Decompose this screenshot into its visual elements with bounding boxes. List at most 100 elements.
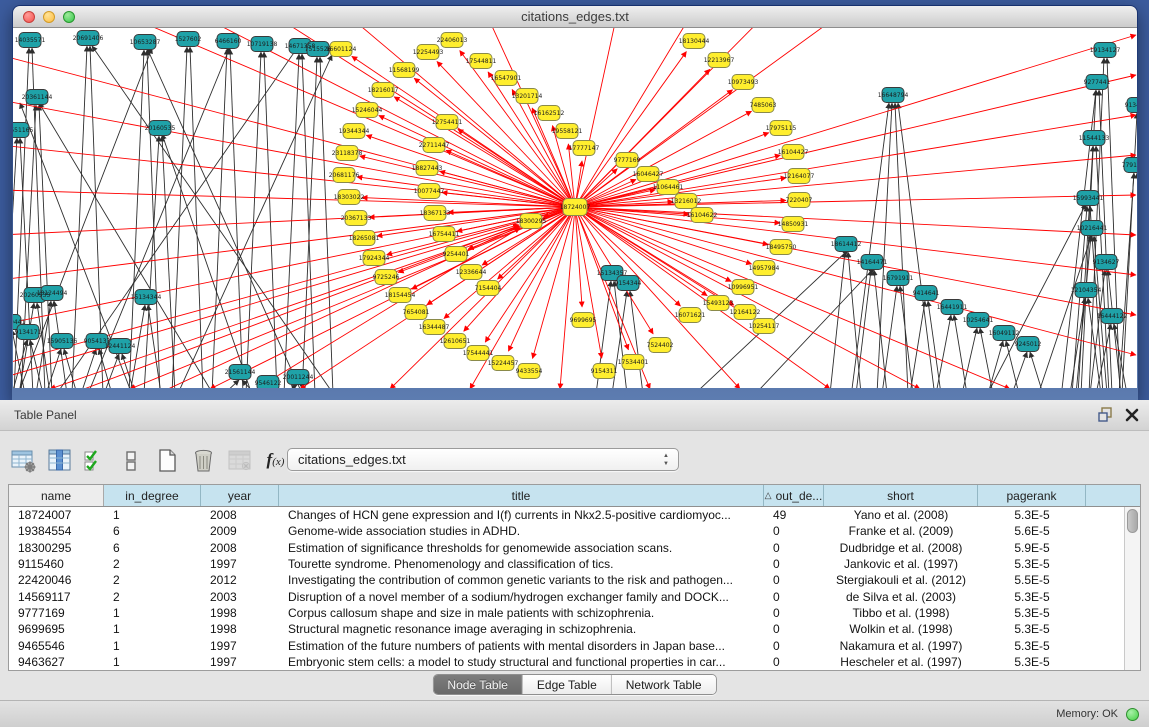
citation-edge-black[interactable] [72,46,87,388]
table-row[interactable]: 911546021997Tourette syndrome. Phenomeno… [9,556,1124,572]
citation-edge-black[interactable] [900,286,913,388]
citation-edge-black[interactable] [147,50,160,388]
close-panel-icon[interactable] [1125,408,1139,427]
citation-edge-black[interactable] [264,52,277,388]
citation-edge-black[interactable] [910,301,925,388]
delete-rows-trash-icon[interactable] [190,447,217,474]
scrollbar-thumb[interactable] [1127,509,1138,533]
table-settings-icon[interactable] [10,447,37,474]
node-label: 9277441 [1084,79,1111,86]
table-row[interactable]: 969969511998Structural magnetic resonanc… [9,621,1124,637]
node-label: 10216441 [1077,225,1108,232]
citation-edge-black[interactable] [90,47,230,388]
citation-edge-black[interactable] [104,354,119,388]
cell-out_degree: 0 [764,540,824,556]
citation-edge-black[interactable] [1030,352,1043,388]
citation-edge-red[interactable] [13,225,519,378]
cell-short: Dudbridge et al. (2008) [824,540,978,556]
table-selector-dropdown[interactable]: citations_edges.txt ▲▼ [287,448,679,471]
citation-edge-black[interactable] [1012,352,1027,388]
table-row[interactable]: 946554611997Estimation of the future num… [9,637,1124,653]
node-label: 9546122 [255,380,282,387]
zoom-window-button[interactable] [63,11,75,23]
citation-edge-black[interactable] [246,52,261,388]
network-window: citations_edges.txt 18724007183002951225… [12,5,1138,400]
citation-network-graph[interactable]: 1872400718300295122544931156819918216017… [13,28,1137,388]
citation-edge-red[interactable] [575,207,681,306]
column-header-year[interactable]: year [201,485,279,506]
table-row[interactable]: 2242004622012Investigating the contribut… [9,572,1124,588]
node-label: 16049112 [989,330,1020,337]
network-window-titlebar[interactable]: citations_edges.txt [13,6,1137,28]
node-label: 23118378 [332,150,363,157]
citation-edge-black[interactable] [928,301,941,388]
node-label: 12164122 [730,309,761,316]
citation-edge-black[interactable] [39,105,52,388]
column-header-short[interactable]: short [824,485,978,506]
table-header-row: namein_degreeyeartitle△out_de...shortpag… [9,485,1140,507]
cell-out_degree: 0 [764,605,824,621]
citation-edge-black[interactable] [856,270,871,388]
function-builder-icon[interactable]: f(x) [262,447,289,474]
cell-title: Corpus callosum shape and size in male p… [279,605,764,621]
node-label: 15246044 [352,107,383,114]
cell-name: 9115460 [9,556,104,572]
citation-edge-black[interactable] [1122,113,1137,388]
citation-edge-red[interactable] [575,207,602,358]
citation-edge-black[interactable] [212,49,227,388]
cell-out_degree: 0 [764,572,824,588]
citation-edge-black[interactable] [954,315,967,388]
new-table-icon[interactable] [154,447,181,474]
citation-edge-black[interactable] [830,252,845,388]
citation-edge-black[interactable] [898,103,934,388]
network-view-canvas[interactable]: 1872400718300295122544931156819918216017… [13,28,1137,388]
citation-edge-black[interactable] [1107,58,1120,388]
node-label: 15493123 [703,300,734,307]
citation-edge-red[interactable] [575,133,769,207]
citation-edge-red[interactable] [366,135,575,207]
column-header-pagerank[interactable]: pagerank [978,485,1086,506]
table-panel-title: Table Panel [14,408,77,422]
citation-edge-red[interactable] [575,207,1136,235]
column-visibility-icon[interactable] [46,447,73,474]
tab-node-table[interactable]: Node Table [433,675,523,694]
citation-edge-red[interactable] [575,195,1136,207]
node-label: 13216012 [671,198,702,205]
citation-edge-red[interactable] [352,56,575,207]
node-label: 12441124 [105,343,136,350]
table-vertical-scrollbar[interactable] [1124,507,1140,670]
citation-edge-black[interactable] [162,134,250,388]
citation-edge-black[interactable] [320,57,333,388]
float-panel-icon[interactable] [1098,407,1113,427]
citation-edge-black[interactable] [92,46,330,388]
table-row[interactable]: 1938455462009Genome-wide association stu… [9,523,1124,539]
table-row[interactable]: 946362711997Embryonic stem cells: a mode… [9,654,1124,670]
column-header-out_degree[interactable]: △out_de... [764,485,824,506]
citation-edge-black[interactable] [162,136,175,388]
node-label: 14035571 [15,37,46,44]
minimize-window-button[interactable] [43,11,55,23]
citation-edge-red[interactable] [13,190,575,207]
node-label: 12254493 [413,49,444,56]
table-row[interactable]: 977716911998Corpus callosum shape and si… [9,605,1124,621]
citation-edge-black[interactable] [630,291,643,388]
table-row[interactable]: 1872400712008Changes of HCN gene express… [9,507,1124,523]
tab-network-table[interactable]: Network Table [612,675,716,694]
column-header-title[interactable]: title [279,485,764,506]
column-header-in_degree[interactable]: in_degree [104,485,201,506]
select-all-icon[interactable] [82,447,109,474]
table-row[interactable]: 1456911722003Disruption of a novel membe… [9,588,1124,604]
node-label: 7524402 [647,342,674,349]
node-label: 15993441 [1073,195,1104,202]
citation-edge-black[interactable] [180,55,332,388]
node-label: 19134127 [1090,47,1121,54]
cell-pagerank: 5.3E-5 [978,621,1086,637]
delete-table-icon[interactable] [226,447,253,474]
tab-edge-table[interactable]: Edge Table [523,675,612,694]
deselect-all-icon[interactable] [118,447,145,474]
citation-edge-red[interactable] [575,28,620,207]
table-row[interactable]: 1830029562008Estimation of significance … [9,540,1124,556]
close-window-button[interactable] [23,11,35,23]
column-header-name[interactable]: name [9,485,104,506]
citation-edge-red[interactable] [256,228,520,388]
